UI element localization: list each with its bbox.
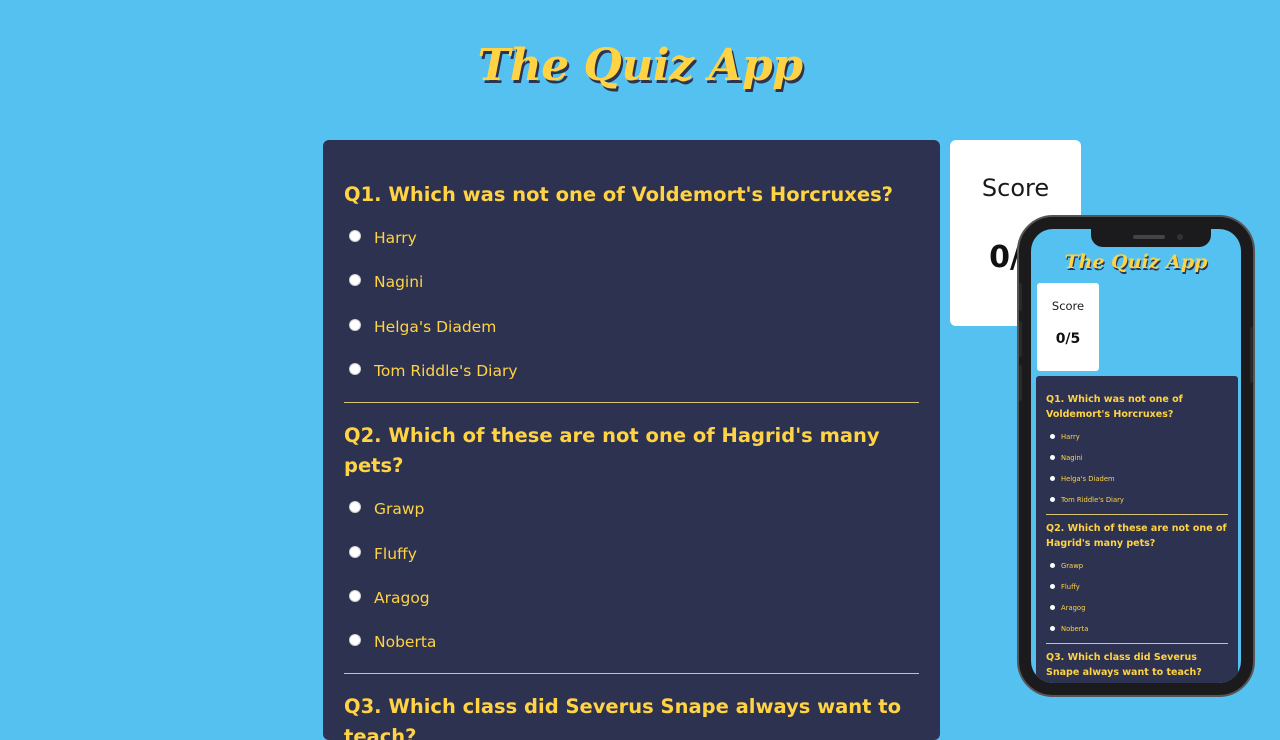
option-label: Nagini (374, 273, 424, 292)
option-helgas-diadem[interactable]: Helga's Diadem (349, 305, 919, 349)
radio-button[interactable] (1050, 605, 1055, 610)
radio-button[interactable] (1050, 584, 1055, 589)
mobile-option[interactable]: Aragog (1050, 597, 1228, 618)
phone-side-button (1019, 321, 1022, 357)
mobile-score-value: 0/5 (1055, 331, 1081, 347)
mobile-option[interactable]: Helga's Diadem (1050, 468, 1228, 489)
camera-icon (1177, 234, 1183, 240)
option-nagini[interactable]: Nagini (349, 260, 919, 304)
option-label: Helga's Diadem (374, 317, 497, 336)
radio-button[interactable] (349, 589, 361, 602)
radio-button[interactable] (1050, 563, 1055, 568)
radio-button[interactable] (349, 363, 361, 376)
quiz-card: Q1. Which was not one of Voldemort's Hor… (323, 140, 940, 740)
radio-button[interactable] (1050, 497, 1055, 502)
question-divider (344, 673, 919, 675)
mobile-score-card: Score 0/5 (1037, 283, 1099, 371)
radio-button[interactable] (349, 501, 361, 514)
mobile-option[interactable]: Harry (1050, 426, 1228, 447)
mobile-quiz-card: Q1. Which was not one of Voldemort's Hor… (1036, 376, 1238, 683)
mobile-score-label: Score (1051, 299, 1085, 313)
option-aragog[interactable]: Aragog (349, 576, 919, 620)
option-label: Harry (374, 229, 417, 248)
option-tom-riddles-diary[interactable]: Tom Riddle's Diary (349, 349, 919, 393)
option-list: Grawp Fluffy Aragog Noberta (349, 487, 919, 664)
mobile-option[interactable]: Fluffy (1050, 576, 1228, 597)
app-title: The Quiz App (477, 40, 803, 91)
radio-button[interactable] (349, 545, 361, 558)
radio-button[interactable] (1050, 455, 1055, 460)
option-noberta[interactable]: Noberta (349, 620, 919, 664)
question-block-1: Q1. Which was not one of Voldemort's Hor… (344, 180, 919, 393)
mobile-option-label: Grawp (1061, 561, 1084, 570)
radio-button[interactable] (349, 274, 361, 287)
mobile-option[interactable]: Grawp (1050, 555, 1228, 576)
question-divider (344, 402, 919, 404)
radio-button[interactable] (349, 318, 361, 331)
mobile-option-label: Aragog (1061, 603, 1086, 612)
mobile-option[interactable]: Nagini (1050, 447, 1228, 468)
phone-notch (1091, 229, 1211, 247)
mobile-question-divider (1046, 514, 1228, 515)
phone-side-button (1019, 365, 1022, 401)
mobile-option-label: Fluffy (1061, 582, 1080, 591)
question-block-2: Q2. Which of these are not one of Hagrid… (344, 421, 919, 664)
mobile-question-text: Q2. Which of these are not one of Hagrid… (1046, 523, 1227, 549)
option-grawp[interactable]: Grawp (349, 487, 919, 531)
option-fluffy[interactable]: Fluffy (349, 531, 919, 575)
mobile-question-text: Q3. Which class did Severus Snape always… (1046, 652, 1202, 678)
mobile-option-label: Noberta (1061, 624, 1089, 633)
option-label: Noberta (374, 633, 437, 652)
radio-button[interactable] (1050, 626, 1055, 631)
radio-button[interactable] (1050, 434, 1055, 439)
option-list: Harry Nagini Helga's Diadem Tom Riddle's… (349, 216, 919, 393)
option-label: Tom Riddle's Diary (374, 362, 518, 381)
mobile-option-label: Tom Riddle's Diary (1061, 495, 1124, 504)
speaker-icon (1133, 235, 1165, 239)
mobile-question-divider (1046, 643, 1228, 644)
mobile-option[interactable]: Tom Riddle's Diary (1050, 489, 1228, 510)
mobile-question-text: Q1. Which was not one of Voldemort's Hor… (1046, 394, 1183, 420)
score-label: Score (981, 174, 1050, 202)
question-text: Q1. Which was not one of Voldemort's Hor… (344, 183, 893, 206)
radio-button[interactable] (349, 230, 361, 243)
option-label: Aragog (374, 588, 430, 607)
question-text: Q2. Which of these are not one of Hagrid… (344, 424, 880, 478)
phone-power-button (1250, 327, 1253, 383)
phone-screen: The Quiz App Score 0/5 Q1. Which was not… (1031, 229, 1241, 683)
mobile-app-title: The Quiz App (1064, 251, 1208, 273)
option-label: Grawp (374, 500, 425, 519)
question-text: Q3. Which class did Severus Snape always… (344, 695, 902, 740)
question-block-3: Q3. Which class did Severus Snape always… (344, 692, 919, 740)
option-label: Fluffy (374, 544, 417, 563)
radio-button[interactable] (1050, 476, 1055, 481)
mobile-option-label: Nagini (1061, 453, 1083, 462)
phone-side-button (1019, 283, 1022, 311)
mobile-option-label: Harry (1061, 432, 1080, 441)
option-harry[interactable]: Harry (349, 216, 919, 260)
phone-mockup: The Quiz App Score 0/5 Q1. Which was not… (1017, 215, 1255, 697)
mobile-option-label: Helga's Diadem (1061, 474, 1115, 483)
radio-button[interactable] (349, 634, 361, 647)
mobile-option[interactable]: Noberta (1050, 618, 1228, 639)
